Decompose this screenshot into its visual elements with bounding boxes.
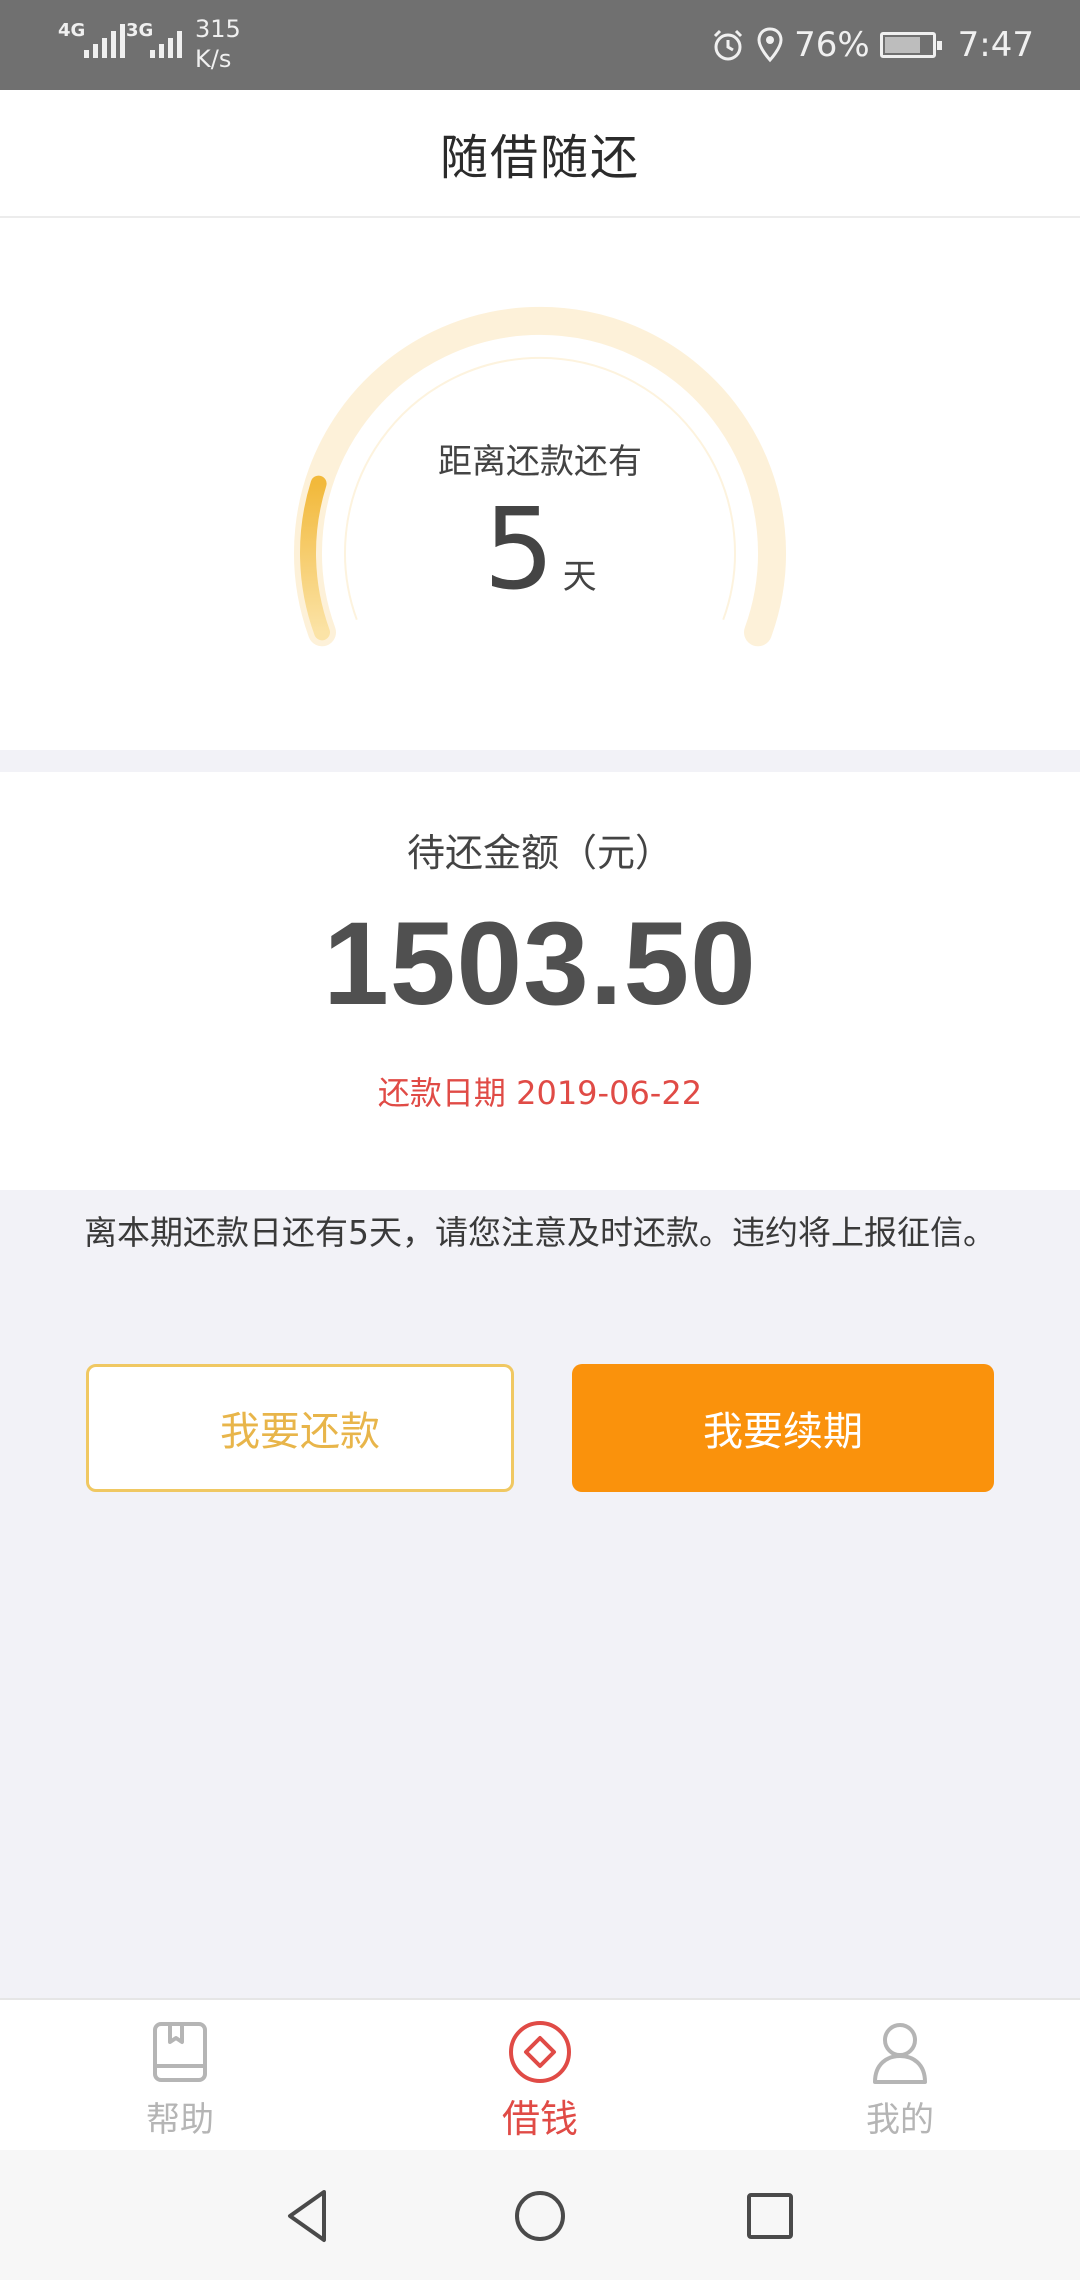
- location-icon: [757, 27, 783, 63]
- countdown-unit: 天: [562, 557, 597, 597]
- alarm-icon: [714, 29, 743, 61]
- diamond-icon: [509, 2021, 571, 2083]
- countdown-value: 5天: [0, 490, 1080, 610]
- page-title: 随借随还: [439, 130, 640, 186]
- bottom-tab-bar: 帮助 借钱 我的: [0, 1998, 1080, 2150]
- tab-label-mine: 我的: [866, 2100, 934, 2140]
- due-date: 还款日期 2019-06-22: [377, 1074, 703, 1112]
- amount-section: 待还金额（元） 1503.50 还款日期 2019-06-22: [0, 772, 1080, 1190]
- speed-unit: K/s: [195, 45, 232, 73]
- network-speed: 315 K/s: [195, 14, 241, 74]
- amount-value: 1503.50: [323, 898, 757, 1030]
- back-icon[interactable]: [276, 2184, 340, 2248]
- book-icon: [153, 2022, 207, 2082]
- status-bar: 4G 3G 315 K/s 76% 7:47: [0, 0, 1080, 90]
- system-nav-bar: [0, 2150, 1080, 2280]
- speed-value: 315: [195, 15, 241, 43]
- page-header: 随借随还: [0, 90, 1080, 218]
- user-icon: [873, 2023, 927, 2084]
- tab-label-borrow: 借钱: [501, 2097, 578, 2141]
- network-type-4g: 4G: [58, 20, 86, 41]
- countdown-gauge: [294, 307, 786, 647]
- battery-icon: [879, 32, 942, 58]
- home-icon[interactable]: [508, 2184, 572, 2248]
- repay-button[interactable]: 我要还款: [86, 1364, 514, 1492]
- signal-icon: [84, 24, 125, 58]
- battery-level-fill: [884, 37, 920, 53]
- signal-icon-2: [150, 24, 182, 58]
- countdown-days: 5: [483, 485, 555, 615]
- recents-icon[interactable]: [738, 2184, 802, 2248]
- battery-percent: 76%: [794, 25, 870, 65]
- amount-label: 待还金额（元）: [406, 831, 673, 875]
- repayment-notice: 离本期还款日还有5天，请您注意及时还款。违约将上报征信。: [84, 1213, 996, 1252]
- tab-label-help: 帮助: [146, 2100, 214, 2140]
- countdown-label: 距离还款还有: [438, 442, 642, 482]
- renew-button[interactable]: 我要续期: [572, 1364, 994, 1492]
- tab-mine[interactable]: 我的: [800, 2000, 1000, 2152]
- tab-help[interactable]: 帮助: [80, 2000, 280, 2152]
- tab-borrow[interactable]: 借钱: [440, 2000, 640, 2152]
- countdown-gauge-section: 距离还款还有 5天: [0, 218, 1080, 750]
- clock: 7:47: [957, 25, 1034, 65]
